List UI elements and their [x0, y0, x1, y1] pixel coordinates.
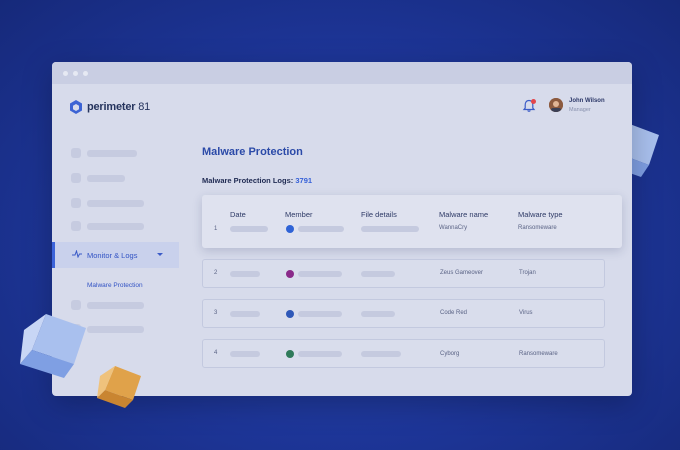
malware-type: Trojan — [519, 270, 536, 276]
table-row[interactable] — [202, 259, 605, 288]
table-row[interactable] — [202, 195, 622, 248]
member-avatar-dot — [286, 350, 294, 358]
member-avatar-dot — [286, 310, 294, 318]
malware-name: Code Red — [440, 310, 468, 316]
sidebar-item-placeholder[interactable] — [87, 223, 144, 230]
column-header-malware-name[interactable]: Malware name — [439, 210, 488, 219]
sidebar-item-placeholder[interactable] — [87, 175, 125, 182]
user-role: Manager — [569, 107, 591, 113]
avatar-image — [549, 98, 563, 112]
file-details-placeholder — [361, 311, 395, 317]
date-placeholder — [230, 351, 260, 357]
malware-name: WannaCry — [439, 225, 468, 231]
sidebar-item-icon-placeholder — [71, 300, 81, 310]
member-avatar-dot — [286, 270, 294, 278]
column-header-malware-type[interactable]: Malware type — [518, 210, 563, 219]
sidebar-item-placeholder[interactable] — [87, 200, 144, 207]
sidebar-item-icon-placeholder — [71, 148, 81, 158]
sidebar-item-icon-placeholder — [71, 221, 81, 231]
avatar[interactable] — [549, 98, 563, 112]
window-dot[interactable] — [83, 71, 88, 76]
page-title: Malware Protection — [202, 146, 303, 158]
malware-type: Ransomeware — [519, 351, 558, 357]
activity-icon — [72, 250, 82, 258]
column-header-date[interactable]: Date — [230, 210, 246, 219]
column-header-file-details[interactable]: File details — [361, 210, 397, 219]
date-placeholder — [230, 271, 260, 277]
logs-summary: Malware Protection Logs: 3791 — [202, 176, 313, 185]
malware-name: Zeus Gameover — [440, 270, 484, 276]
notification-badge — [531, 99, 536, 104]
member-placeholder — [298, 311, 342, 317]
brand-logo[interactable]: perimeter 81 — [70, 100, 150, 114]
malware-name: Cyborg — [440, 351, 460, 357]
cube-decoration-blue — [20, 314, 86, 378]
brand-name: perimeter 81 — [87, 101, 151, 113]
window-dot[interactable] — [73, 71, 78, 76]
sidebar-item-placeholder[interactable] — [87, 302, 144, 309]
sidebar-item-placeholder[interactable] — [87, 150, 137, 157]
member-avatar-dot — [286, 225, 294, 233]
chevron-down-icon[interactable] — [157, 253, 163, 256]
date-placeholder — [230, 311, 260, 317]
cube-decoration-orange — [97, 366, 141, 408]
column-header-member[interactable]: Member — [285, 210, 313, 219]
row-number: 2 — [214, 270, 218, 276]
date-placeholder — [230, 226, 268, 232]
logs-count: 3791 — [295, 176, 313, 185]
app-window: perimeter 81 John Wilson Manager Monitor… — [52, 62, 632, 396]
row-number: 1 — [214, 226, 218, 232]
user-name: John Wilson — [569, 98, 605, 104]
logo-icon — [70, 100, 82, 114]
file-details-placeholder — [361, 226, 419, 232]
sidebar-item-label: Monitor & Logs — [87, 251, 138, 260]
member-placeholder — [298, 271, 342, 277]
row-number: 4 — [214, 350, 218, 356]
member-placeholder — [298, 351, 342, 357]
table-row[interactable] — [202, 299, 605, 328]
window-dot[interactable] — [63, 71, 68, 76]
sidebar-subitem-malware-protection[interactable]: Malware Protection — [87, 282, 143, 289]
file-details-placeholder — [361, 271, 395, 277]
file-details-placeholder — [361, 351, 401, 357]
sidebar-item-placeholder[interactable] — [87, 326, 144, 333]
row-number: 3 — [214, 310, 218, 316]
sidebar-item-icon-placeholder — [71, 198, 81, 208]
title-bar — [52, 62, 632, 84]
malware-type: Virus — [519, 310, 533, 316]
sidebar-item-icon-placeholder — [71, 173, 81, 183]
malware-type: Ransomeware — [518, 225, 557, 231]
member-placeholder — [298, 226, 344, 232]
